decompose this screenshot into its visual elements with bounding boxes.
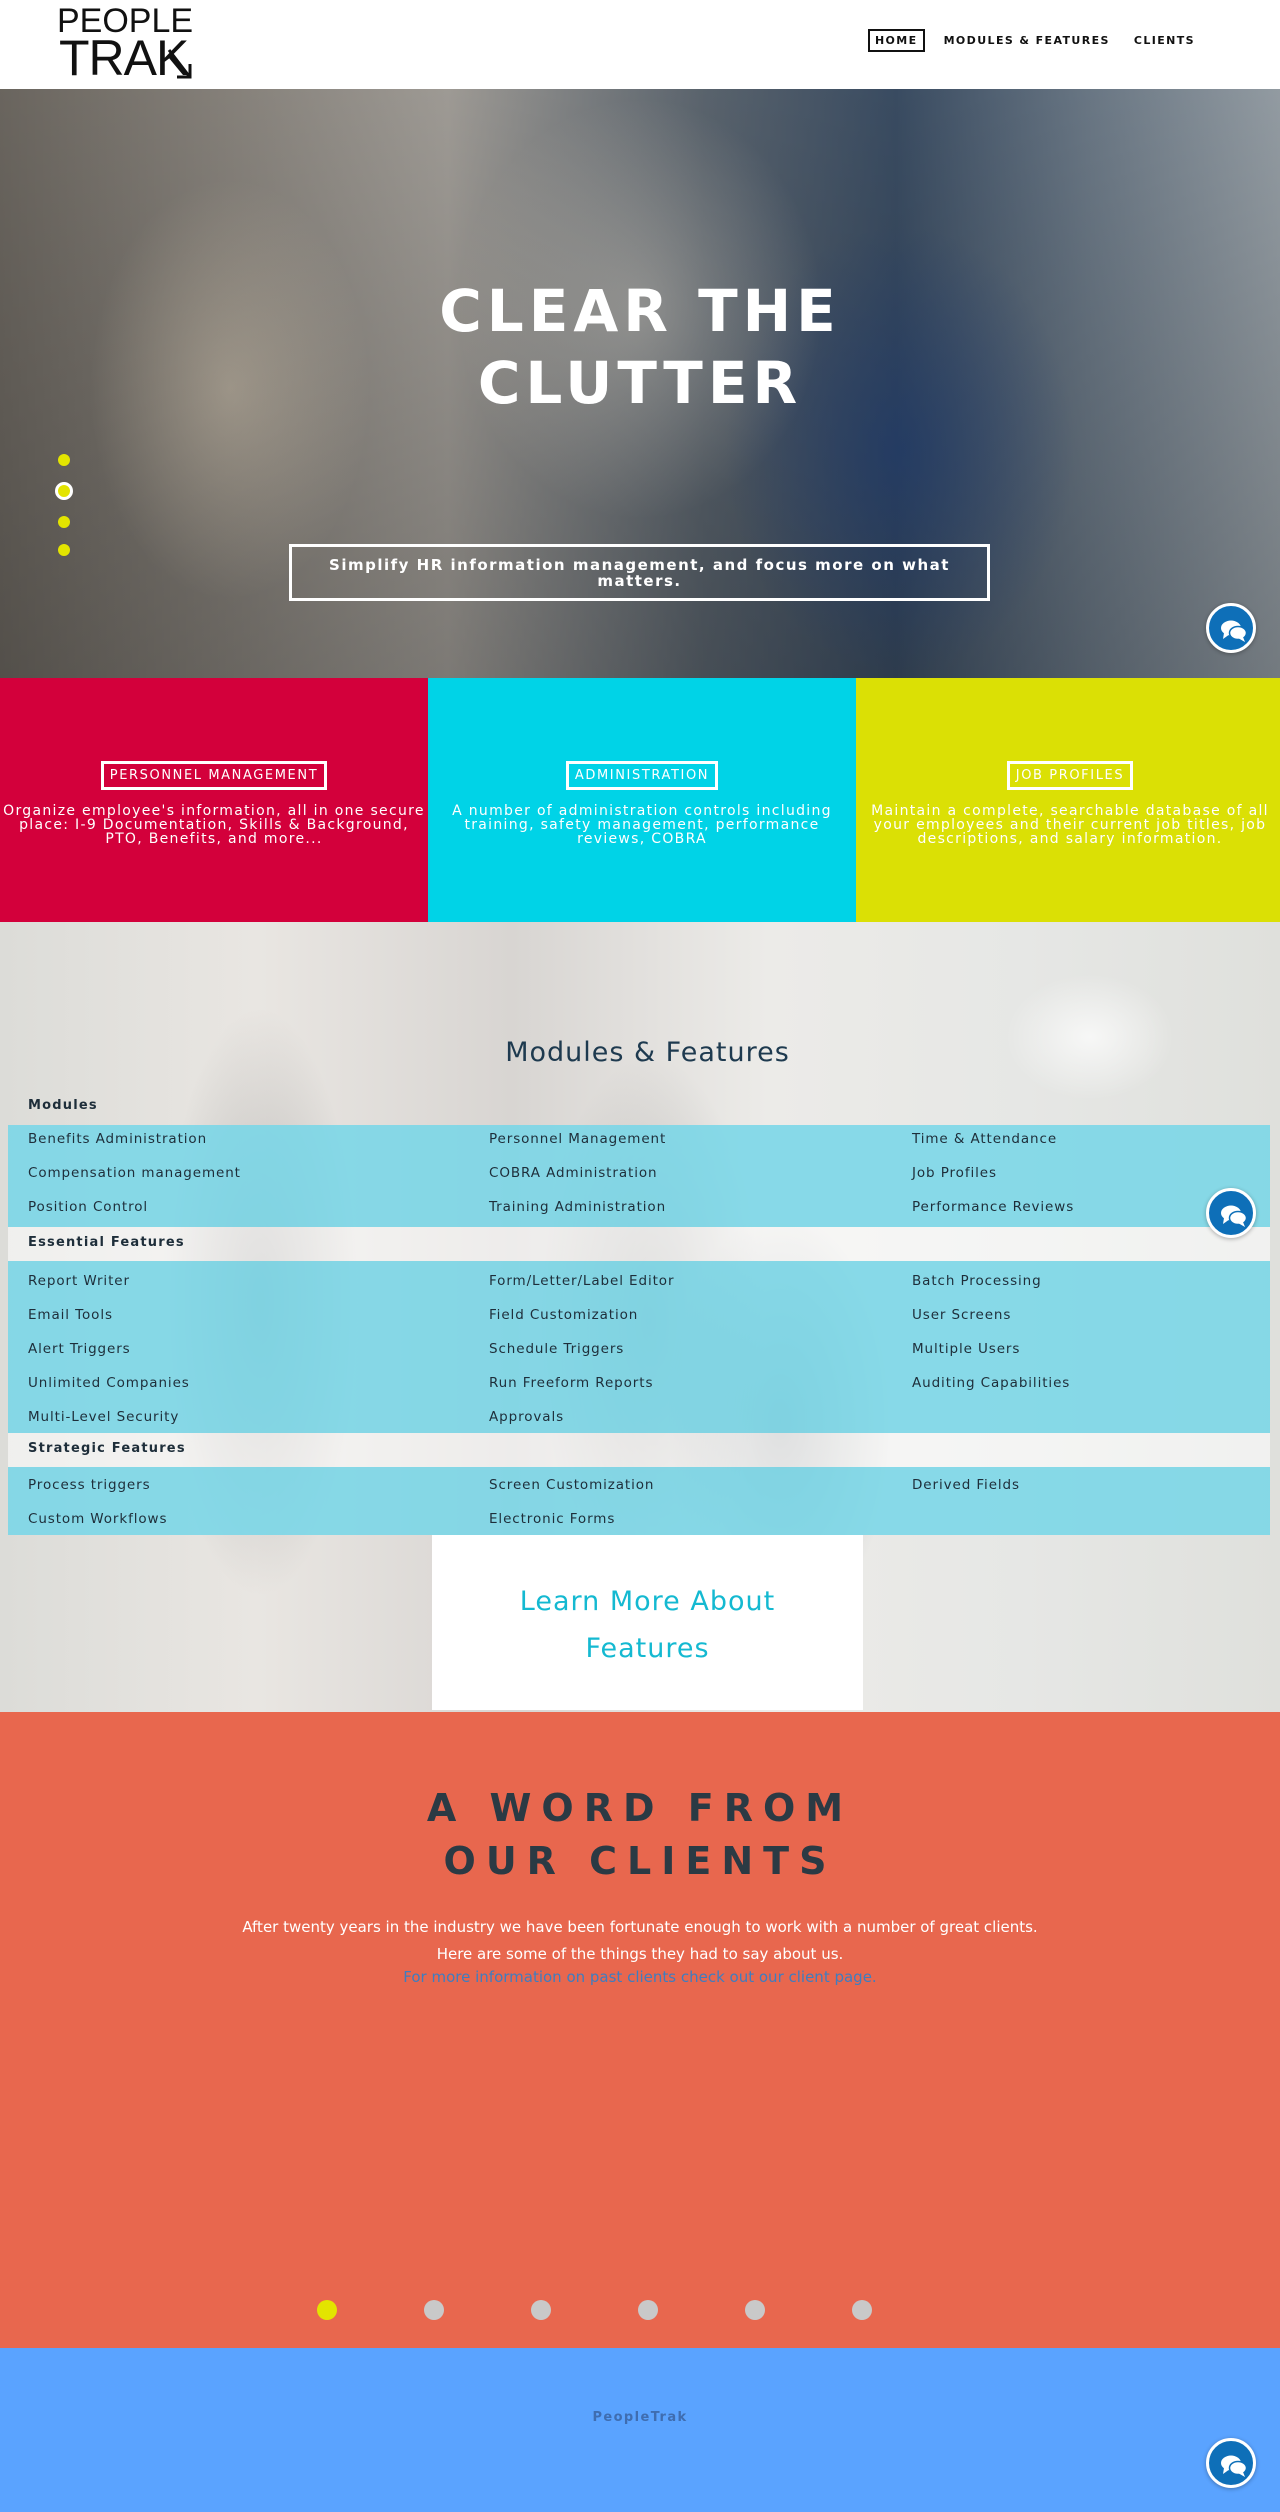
feature-item: Electronic Forms xyxy=(489,1511,616,1527)
module-item: Performance Reviews xyxy=(912,1199,1075,1215)
feature-item: Email Tools xyxy=(28,1307,113,1323)
feature-item: Field Customization xyxy=(489,1307,639,1323)
group-label-modules: Modules xyxy=(28,1098,98,1113)
client-page-link[interactable]: For more information on past clients che… xyxy=(0,1968,1280,1986)
clients-heading-line1: A WORD FROM xyxy=(426,1786,854,1830)
feature-item: Batch Processing xyxy=(912,1273,1042,1289)
chat-bubbles-icon xyxy=(1221,620,1248,642)
clients-section: A WORD FROM OUR CLIENTS After twenty yea… xyxy=(0,1712,1280,2348)
slider-dot[interactable] xyxy=(531,2300,551,2320)
slider-dot-active[interactable] xyxy=(55,482,73,500)
learn-more-line2: Features xyxy=(585,1633,710,1664)
hero-title-line2: CLUTTER xyxy=(477,349,803,417)
hero-title-line1: CLEAR THE xyxy=(439,277,841,345)
card-administration: ADMINISTRATION A number of administratio… xyxy=(428,678,856,922)
module-item: Position Control xyxy=(28,1199,149,1215)
feature-item: User Screens xyxy=(912,1307,1012,1323)
module-item: COBRA Administration xyxy=(489,1165,658,1181)
card-title[interactable]: PERSONNEL MANAGEMENT xyxy=(100,761,328,790)
feature-item: Form/Letter/Label Editor xyxy=(489,1273,675,1289)
group-label-strategic: Strategic Features xyxy=(28,1441,186,1456)
chat-button[interactable] xyxy=(1206,1188,1256,1238)
footer-brand: PeopleTrak xyxy=(592,2410,688,2425)
feature-item: Auditing Capabilities xyxy=(912,1375,1071,1391)
chat-button[interactable] xyxy=(1206,2438,1256,2488)
main-nav: HOME MODULES & FEATURES CLIENTS xyxy=(867,29,1200,52)
peopletrak-logo[interactable]: PEOPLE TRAK xyxy=(57,2,193,86)
slider-dot[interactable] xyxy=(58,454,70,466)
slider-dot[interactable] xyxy=(745,2300,765,2320)
feature-item: Multi-Level Security xyxy=(28,1409,180,1425)
clients-intro-line2: Here are some of the things they had to … xyxy=(436,1945,844,1963)
site-footer: PeopleTrak xyxy=(0,2348,1280,2512)
essential-label-band xyxy=(8,1227,1270,1261)
card-description: A number of administration controls incl… xyxy=(452,803,832,847)
feature-item: Unlimited Companies xyxy=(28,1375,190,1391)
slider-dot-active[interactable] xyxy=(317,2300,337,2320)
hero-slider-dots xyxy=(55,454,73,572)
card-personnel-management: PERSONNEL MANAGEMENT Organize employee's… xyxy=(0,678,428,922)
module-item: Benefits Administration xyxy=(28,1131,208,1147)
feature-item: Multiple Users xyxy=(912,1341,1021,1357)
chat-bubbles-icon xyxy=(1221,2455,1248,2477)
card-description: Organize employee's information, all in … xyxy=(3,803,425,847)
slider-dot[interactable] xyxy=(852,2300,872,2320)
strategic-label-band xyxy=(8,1433,1270,1467)
hero-title: CLEAR THE CLUTTER xyxy=(0,275,1280,419)
card-title[interactable]: JOB PROFILES xyxy=(1006,761,1134,790)
clients-intro-line1: After twenty years in the industry we ha… xyxy=(242,1918,1038,1936)
module-item: Time & Attendance xyxy=(912,1131,1058,1147)
feature-item: Screen Customization xyxy=(489,1477,655,1493)
learn-more-line1: Learn More About xyxy=(519,1586,776,1617)
modules-heading: Modules & Features xyxy=(505,1037,790,1068)
slider-dot[interactable] xyxy=(58,516,70,528)
nav-modules-features[interactable]: MODULES & FEATURES xyxy=(939,31,1115,50)
module-item: Compensation management xyxy=(28,1165,241,1181)
feature-item: Derived Fields xyxy=(912,1477,1020,1493)
nav-clients[interactable]: CLIENTS xyxy=(1129,31,1200,50)
hero-subtitle: Simplify HR information management, and … xyxy=(289,544,990,601)
clients-intro: After twenty years in the industry we ha… xyxy=(0,1914,1280,1968)
slider-dot[interactable] xyxy=(638,2300,658,2320)
clients-heading-line2: OUR CLIENTS xyxy=(443,1839,837,1883)
feature-item: Report Writer xyxy=(28,1273,130,1289)
feature-item: Alert Triggers xyxy=(28,1341,131,1357)
site-header: PEOPLE TRAK HOME MODULES & FEATURES CLIE… xyxy=(0,0,1280,89)
hero-slider: CLEAR THE CLUTTER Simplify HR informatio… xyxy=(0,89,1280,678)
testimonial-slider-dots xyxy=(317,2300,877,2322)
group-label-essential: Essential Features xyxy=(28,1235,185,1250)
slider-dot[interactable] xyxy=(58,544,70,556)
feature-item: Process triggers xyxy=(28,1477,151,1493)
module-item: Job Profiles xyxy=(912,1165,997,1181)
logo-arrow-icon xyxy=(167,49,192,79)
module-item: Training Administration xyxy=(489,1199,667,1215)
card-job-profiles: JOB PROFILES Maintain a complete, search… xyxy=(856,678,1280,922)
learn-more-features-link[interactable]: Learn More About Features xyxy=(432,1578,863,1672)
feature-item: Run Freeform Reports xyxy=(489,1375,654,1391)
module-item: Personnel Management xyxy=(489,1131,667,1147)
modules-features-section: Modules & Features Modules Benefits Admi… xyxy=(0,922,1280,1712)
chat-button[interactable] xyxy=(1206,603,1256,653)
feature-item: Approvals xyxy=(489,1409,565,1425)
feature-cards: PERSONNEL MANAGEMENT Organize employee's… xyxy=(0,678,1280,922)
learn-more-box: Learn More About Features xyxy=(432,1535,863,1710)
slider-dot[interactable] xyxy=(424,2300,444,2320)
card-description: Maintain a complete, searchable database… xyxy=(871,803,1269,847)
nav-home[interactable]: HOME xyxy=(867,29,925,52)
feature-item: Custom Workflows xyxy=(28,1511,168,1527)
clients-heading: A WORD FROM OUR CLIENTS xyxy=(0,1782,1280,1888)
chat-bubbles-icon xyxy=(1221,1205,1248,1227)
card-title[interactable]: ADMINISTRATION xyxy=(565,761,719,790)
feature-item: Schedule Triggers xyxy=(489,1341,625,1357)
